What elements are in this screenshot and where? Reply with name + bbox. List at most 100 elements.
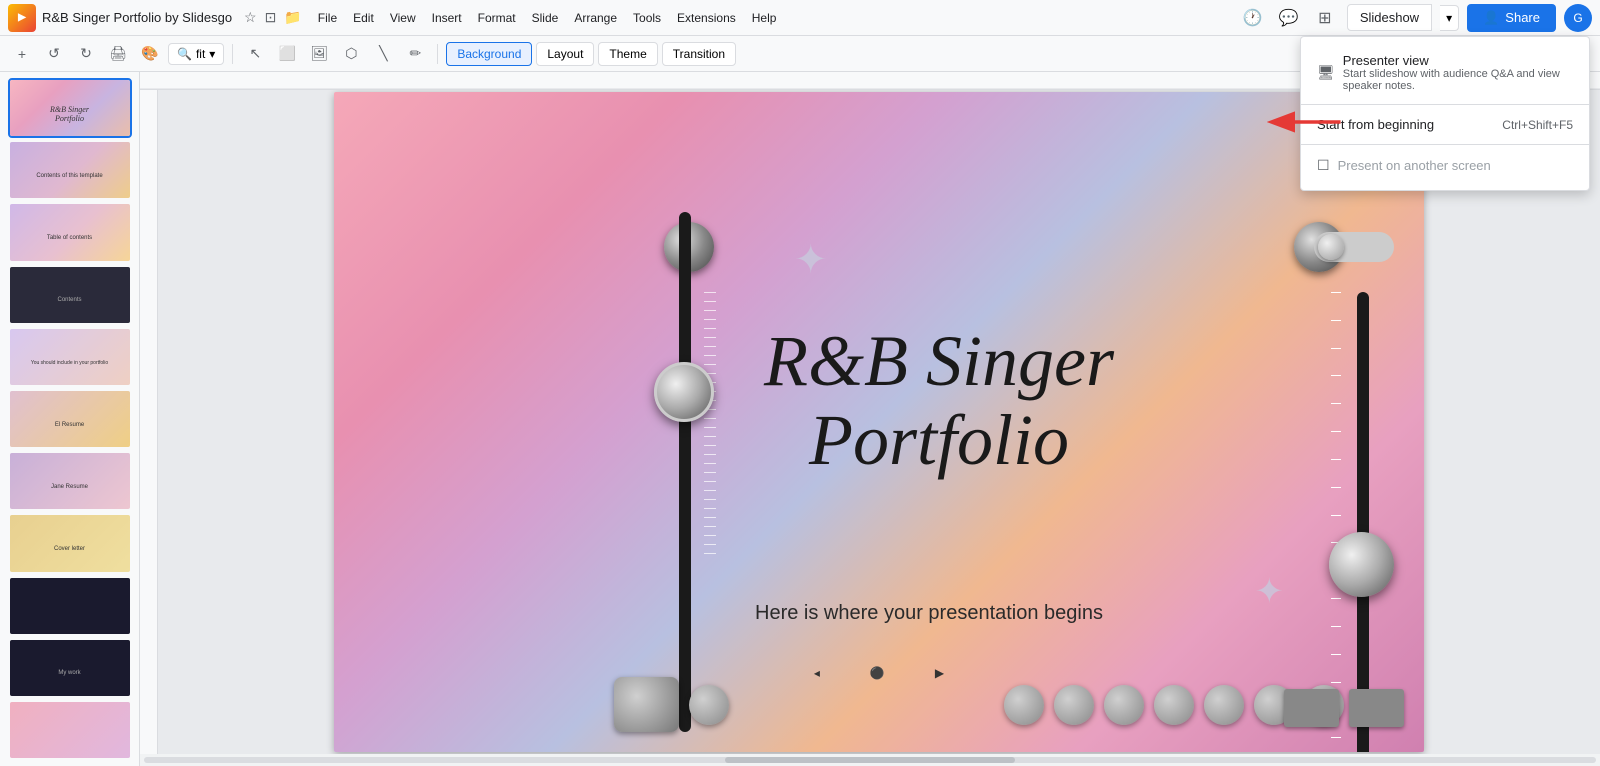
menu-arrange[interactable]: Arrange <box>566 7 625 29</box>
slideshow-dropdown-button[interactable]: ▾ <box>1440 5 1459 31</box>
vertical-ruler <box>140 90 158 754</box>
slide-canvas[interactable]: ✦ ✦ R&B Singer Portfolio Here is where y… <box>334 92 1424 752</box>
undo-button[interactable]: ↺ <box>40 40 68 68</box>
cloud-icon[interactable]: ⊡ <box>265 9 277 26</box>
control-button-large[interactable] <box>614 677 679 732</box>
control-button-4[interactable] <box>1104 685 1144 725</box>
layout-button[interactable]: Layout <box>536 42 594 66</box>
control-button-1[interactable] <box>689 685 729 725</box>
slider-right-knob <box>1329 532 1394 597</box>
share-label: Share <box>1505 10 1540 25</box>
cursor-mode-button[interactable]: ↖ <box>241 40 269 68</box>
image-insert-button[interactable]: 🖼 <box>305 40 333 68</box>
presenter-view-desc: Start slideshow with audience Q&A and vi… <box>1343 72 1573 92</box>
slide-thumb-11[interactable]: 11 <box>10 702 130 758</box>
star-decoration-small: ✦ <box>1255 572 1284 612</box>
slide-thumb-2[interactable]: 2 Contents of this template <box>10 142 130 198</box>
tv-icon-2 <box>1349 689 1404 727</box>
more-button[interactable]: ⊞ <box>1311 4 1339 32</box>
menu-view[interactable]: View <box>382 7 424 29</box>
red-arrow-annotation <box>1265 102 1345 147</box>
checkbox-icon: ☐ <box>1317 157 1330 174</box>
scroll-thumb[interactable] <box>725 757 1015 763</box>
control-button-2[interactable] <box>1004 685 1044 725</box>
menu-insert[interactable]: Insert <box>424 7 470 29</box>
slide-preview-10: My work <box>10 640 130 696</box>
bottom-controls <box>614 677 1344 732</box>
history-button[interactable]: 🕐 <box>1239 4 1267 32</box>
menu-file[interactable]: File <box>310 7 345 29</box>
slide-preview-5: You should include in your portfolio <box>10 329 130 385</box>
cursor-tool[interactable]: + <box>8 40 36 68</box>
toolbar-divider-1 <box>232 44 233 64</box>
slide-thumb-10[interactable]: 10 My work <box>10 640 130 696</box>
share-button[interactable]: 👤 Share <box>1467 4 1556 32</box>
select-button[interactable]: ⬜ <box>273 40 301 68</box>
paint-format-button[interactable]: 🎨 <box>136 40 164 68</box>
slide-thumb-3[interactable]: 3 Table of contents <box>10 204 130 260</box>
menu-tools[interactable]: Tools <box>625 7 669 29</box>
control-button-6[interactable] <box>1204 685 1244 725</box>
start-shortcut: Ctrl+Shift+F5 <box>1502 118 1573 132</box>
line-button[interactable]: ╲ <box>369 40 397 68</box>
presenter-view-content: Presenter view Start slideshow with audi… <box>1343 72 1573 92</box>
user-avatar[interactable]: G <box>1564 4 1592 32</box>
share-icon: 👤 <box>1483 10 1499 26</box>
slide-thumb-4[interactable]: 4 Contents <box>10 267 130 323</box>
toolbar-divider-2 <box>437 44 438 64</box>
comments-button[interactable]: 💬 <box>1275 4 1303 32</box>
app-logo: ▶ <box>8 4 36 32</box>
slide-thumb-7[interactable]: 7 Jane Resume <box>10 453 130 509</box>
slide-subtitle: Here is where your presentation begins <box>679 602 1179 625</box>
star-icon[interactable]: ☆ <box>244 9 257 26</box>
transition-button[interactable]: Transition <box>662 42 736 66</box>
app-title: R&B Singer Portfolio by Slidesgo <box>42 10 232 25</box>
slide-preview-9 <box>10 578 130 634</box>
topbar-right: 🕐 💬 ⊞ Slideshow ▾ 👤 Share G <box>1239 4 1592 32</box>
slide-preview-3: Table of contents <box>10 204 130 260</box>
redo-button[interactable]: ↻ <box>72 40 100 68</box>
slide-preview-11 <box>10 702 130 758</box>
background-button[interactable]: Background <box>446 42 532 66</box>
menu-extensions[interactable]: Extensions <box>669 7 744 29</box>
menu-format[interactable]: Format <box>470 7 524 29</box>
zoom-dropdown-icon: ▾ <box>209 47 215 61</box>
print-button[interactable]: 🖨 <box>104 40 132 68</box>
menu-slide[interactable]: Slide <box>524 7 567 29</box>
toggle-knob <box>1318 234 1344 260</box>
menu-help[interactable]: Help <box>744 7 785 29</box>
presenter-view-item[interactable]: 🖥 Presenter view Start slideshow with au… <box>1301 72 1589 100</box>
tv-icons-area <box>1284 689 1404 727</box>
folder-icon[interactable]: 📁 <box>284 9 301 26</box>
tv-icon-1 <box>1284 689 1339 727</box>
slide-preview-7: Jane Resume <box>10 453 130 509</box>
slide-preview-8: Cover letter <box>10 515 130 571</box>
menu-edit[interactable]: Edit <box>345 7 382 29</box>
slide-preview-4: Contents <box>10 267 130 323</box>
present-another-label: Present on another screen <box>1338 158 1491 173</box>
slide-preview-2: Contents of this template <box>10 142 130 198</box>
horizontal-scrollbar[interactable] <box>140 754 1600 766</box>
slide-thumb-9[interactable]: 9 <box>10 578 130 634</box>
logo-area: ▶ R&B Singer Portfolio by Slidesgo <box>8 4 232 32</box>
top-bar: ▶ R&B Singer Portfolio by Slidesgo ☆ ⊡ 📁… <box>0 0 1600 36</box>
toggle-switch-right[interactable] <box>1314 232 1394 262</box>
theme-button[interactable]: Theme <box>598 42 657 66</box>
slide-panel: 1 R&B SingerPortfolio 2 Contents of this… <box>0 72 140 766</box>
slide-thumb-8[interactable]: 8 Cover letter <box>10 515 130 571</box>
slide-preview-1: R&B SingerPortfolio <box>10 80 130 136</box>
zoom-label: fit <box>196 47 205 61</box>
slide-preview-6: El Resume <box>10 391 130 447</box>
star-decoration-large: ✦ <box>794 237 828 283</box>
slideshow-button[interactable]: Slideshow <box>1347 4 1432 31</box>
comment-button[interactable]: ✏ <box>401 40 429 68</box>
slide-thumb-6[interactable]: 6 El Resume <box>10 391 130 447</box>
present-another-screen-item[interactable]: ☐ Present on another screen <box>1301 149 1589 182</box>
slide-title: R&B Singer Portfolio <box>639 322 1239 480</box>
zoom-control[interactable]: 🔍 fit ▾ <box>168 43 224 65</box>
control-button-5[interactable] <box>1154 685 1194 725</box>
slide-thumb-5[interactable]: 5 You should include in your portfolio <box>10 329 130 385</box>
shape-button[interactable]: ⬡ <box>337 40 365 68</box>
control-button-3[interactable] <box>1054 685 1094 725</box>
slide-thumb-1[interactable]: 1 R&B SingerPortfolio <box>10 80 130 136</box>
